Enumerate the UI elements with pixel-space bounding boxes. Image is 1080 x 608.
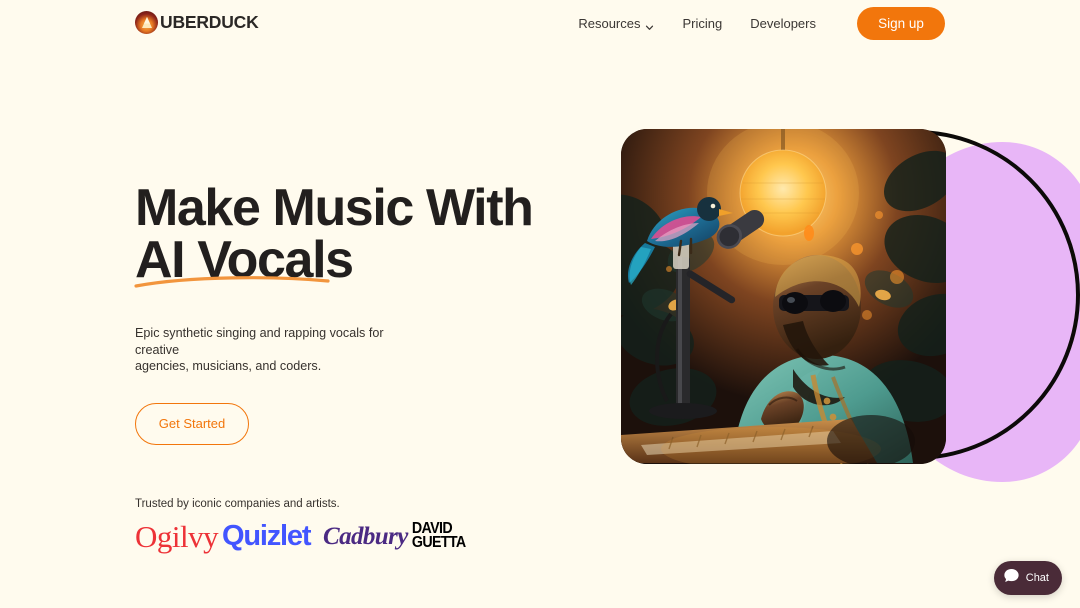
- logo-wordmark: UBERDUCK: [160, 11, 259, 32]
- hero-artwork: [600, 112, 1080, 492]
- nav-item-resources-label: Resources: [578, 15, 641, 31]
- brand-logo-cadbury: Cadbury: [323, 522, 408, 550]
- chat-widget-label: Chat: [1025, 572, 1049, 584]
- nav-item-resources[interactable]: Resources: [564, 16, 668, 31]
- brand-logo-david-guetta: DAVID GUETTA: [399, 520, 466, 551]
- trusted-by-section: Trusted by iconic companies and artists.…: [135, 498, 466, 554]
- hero-content: Make Music With AI Vocals Epic synthetic…: [134, 179, 555, 445]
- brand-logo-ogilvy: Ogilvy: [135, 518, 219, 554]
- chat-widget-button[interactable]: Chat: [993, 561, 1062, 595]
- uberduck-duck-icon: [135, 11, 158, 34]
- chat-bubble-icon: [1003, 567, 1020, 589]
- chevron-down-icon: [645, 20, 654, 30]
- nav-item-pricing-label: Pricing: [682, 15, 723, 31]
- headline-underline-swoosh: [134, 276, 330, 288]
- brand-logo-row: Ogilvy Quizlet Cadbury DAVID GUETTA: [135, 518, 466, 554]
- hero-image: [621, 129, 946, 464]
- get-started-button[interactable]: Get Started: [135, 402, 249, 445]
- logo[interactable]: UBERDUCK: [135, 11, 259, 34]
- nav-item-developers-label: Developers: [750, 15, 816, 31]
- trusted-by-label: Trusted by iconic companies and artists.: [135, 498, 340, 510]
- sign-up-button[interactable]: Sign up: [857, 6, 945, 40]
- nav-item-pricing[interactable]: Pricing: [668, 16, 736, 31]
- hero-headline: Make Music With AI Vocals: [135, 179, 534, 289]
- site-header: UBERDUCK Resources Pricing Developers Si…: [0, 0, 1080, 46]
- brand-logo-david-guetta-text: DAVID GUETTA: [411, 520, 466, 551]
- main-nav: Resources Pricing Developers Sign up: [564, 0, 945, 46]
- hero-subhead: Epic synthetic singing and rapping vocal…: [135, 326, 384, 374]
- nav-item-developers[interactable]: Developers: [736, 16, 830, 31]
- brand-logo-quizlet: Quizlet: [222, 519, 311, 552]
